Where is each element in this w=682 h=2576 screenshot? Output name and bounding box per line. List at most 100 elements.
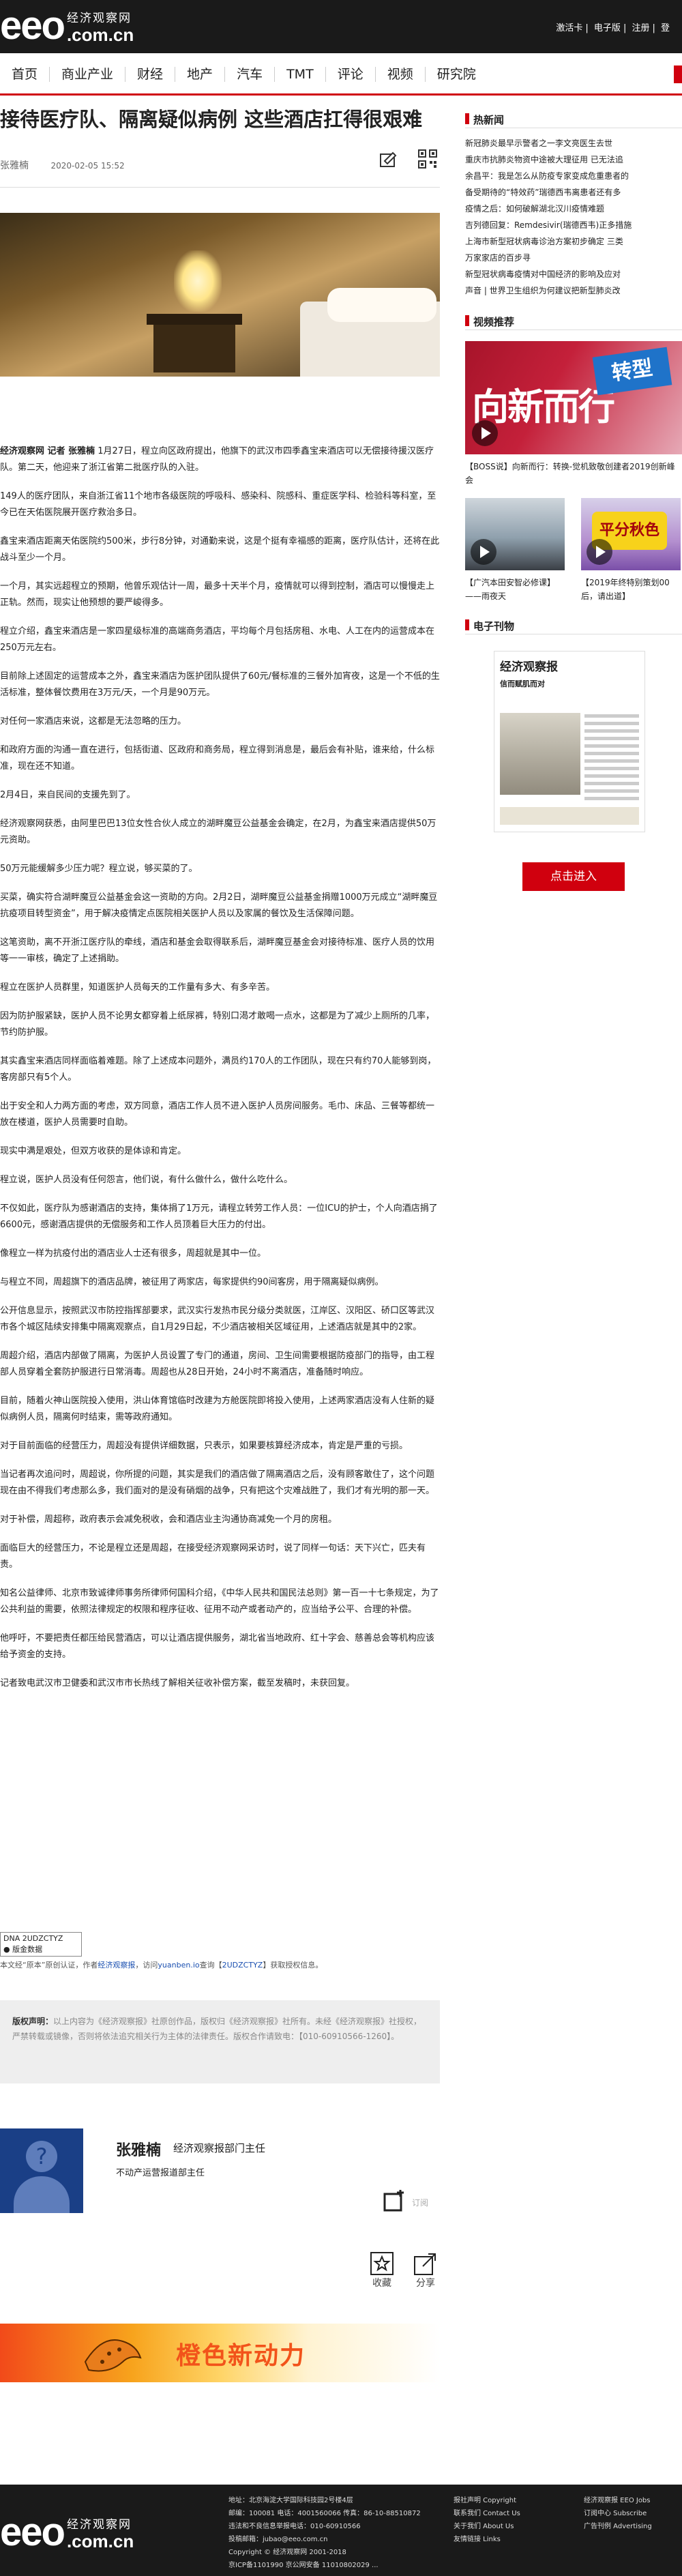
hot-news-item[interactable]: 万家家店的百步寻 bbox=[465, 250, 682, 266]
footer-link[interactable]: 经济观察报 EEO Jobs bbox=[584, 2494, 652, 2507]
footer-link[interactable]: 报社声明 Copyright bbox=[454, 2494, 520, 2507]
nav-search-tab[interactable] bbox=[674, 65, 682, 83]
copyright-label: 版权声明： bbox=[12, 2017, 54, 2026]
collect-label: 收藏 bbox=[372, 2278, 391, 2289]
paragraph-text: 和政府方面的沟通一直在进行，包括街道、区政府和商务局，程立得到消息是，最后会有补… bbox=[0, 745, 435, 772]
nav-item-auto[interactable]: 汽车 bbox=[225, 67, 276, 82]
video-thumb-car[interactable] bbox=[465, 498, 565, 570]
title-divider bbox=[0, 187, 440, 188]
hot-news-item[interactable]: 上海市新型冠状病毒诊治方案初步确定 三类 bbox=[465, 233, 682, 250]
nav-item-realestate[interactable]: 地产 bbox=[175, 67, 226, 82]
share-icon bbox=[414, 2253, 436, 2275]
article-title: 接待医疗队、隔离疑似病例 这些酒店扛得很艰难 bbox=[0, 108, 423, 131]
paragraph-text: 出于安全和人力两方面的考虑，双方同意，酒店工作人员不进入医护人员房间服务。毛巾、… bbox=[0, 1101, 435, 1128]
play-icon[interactable] bbox=[471, 539, 496, 565]
article-paragraph: 一个月，其实远超程立的预期，他曾乐观估计一周，最多十天半个月，疫情就可以得到控制… bbox=[0, 579, 440, 611]
dna-code-link[interactable]: 2UDZCTYZ bbox=[222, 1961, 263, 1970]
paragraph-text: 对任何一家酒店来说，这都是无法忽略的压力。 bbox=[0, 716, 187, 727]
article-paragraph: 像程立一样为抗疫付出的酒店业人士还有很多，周超就是其中一位。 bbox=[0, 1246, 440, 1262]
paragraph-text: 买菜，确实符合湖畔魔豆公益基金会这一资助的方向。2月2日，湖畔魔豆公益基金捐赠1… bbox=[0, 892, 438, 919]
footer-link[interactable]: 关于我们 About Us bbox=[454, 2520, 520, 2533]
hot-news-item[interactable]: 新冠肺炎最早示警者之一李文亮医生去世 bbox=[465, 135, 682, 151]
site-logo[interactable]: eeo 经济观察网 .com.cn bbox=[0, 5, 134, 46]
hot-news-item[interactable]: 重庆市抗肺炎物资中途被大理征用 已无法追 bbox=[465, 151, 682, 168]
article-paragraph: 经济观察网 记者 张雅楠 1月27日，程立向区政府提出，他旗下的武汉市四季鑫宝来… bbox=[0, 443, 440, 476]
article-meta: 张雅楠 2020-02-05 15:52 bbox=[0, 158, 125, 172]
nav-item-business[interactable]: 商业产业 bbox=[50, 67, 126, 82]
e-edition-link[interactable]: 电子版 bbox=[594, 23, 621, 33]
hot-news-item[interactable]: 备受期待的“特效药”瑞德西韦离患者还有多 bbox=[465, 184, 682, 201]
author-name[interactable]: 张雅楠 bbox=[116, 2138, 161, 2160]
article-body: 经济观察网 记者 张雅楠 1月27日，程立向区政府提出，他旗下的武汉市四季鑫宝来… bbox=[0, 443, 440, 1704]
share-button[interactable]: 分享 bbox=[405, 2251, 446, 2292]
paragraph-text: 经济观察网获悉，由阿里巴巴13位女性合伙人成立的湖畔魔豆公益基金会确定，在2月，… bbox=[0, 819, 436, 845]
play-icon[interactable] bbox=[587, 539, 612, 565]
nav-item-finance[interactable]: 财经 bbox=[125, 67, 176, 82]
activate-card-link[interactable]: 激活卡 bbox=[556, 23, 582, 33]
collect-button[interactable]: 收藏 bbox=[361, 2251, 402, 2292]
article-paragraph: 程立介绍，鑫宝来酒店是一家四星级标准的高端商务酒店，平均每个月包括房租、水电、人… bbox=[0, 624, 440, 656]
footer-line: 违法和不良信息举报电话：010-60910566 bbox=[228, 2523, 361, 2530]
article-paragraph: 公开信息显示，按照武汉市防控指挥部要求，武汉实行发热市民分级分类就医，江岸区、汉… bbox=[0, 1303, 440, 1336]
footer-link[interactable]: 联系我们 Contact Us bbox=[454, 2507, 520, 2520]
footer-logo[interactable]: eeo 经济观察网 .com.cn bbox=[0, 2512, 134, 2553]
video-thumb-show[interactable]: 平分秋色 bbox=[581, 498, 681, 570]
subscribe-icon bbox=[383, 2190, 404, 2212]
video-small-list: 【广汽本田安智必修课】——雨夜天 平分秋色 【2019年终特别策划00后，请出道… bbox=[465, 498, 682, 614]
footer-links-2: 经济观察报 EEO Jobs 订阅中心 Subscribe 广告刊例 Adver… bbox=[584, 2494, 652, 2533]
ad-banner[interactable]: 橙色新动力 bbox=[0, 2324, 440, 2382]
dna-code: DNA 2UDZCTYZ bbox=[3, 1934, 63, 1943]
video-caption[interactable]: 【广汽本田安智必修课】——雨夜天 bbox=[465, 576, 565, 603]
epaper-text-lines bbox=[584, 714, 639, 804]
nav-item-comment[interactable]: 评论 bbox=[326, 67, 376, 82]
login-link[interactable]: 登 bbox=[661, 23, 670, 33]
epaper-cover[interactable]: 经济观察报 信而赋肌而对 bbox=[494, 651, 645, 832]
footer-link[interactable]: 订阅中心 Subscribe bbox=[584, 2507, 652, 2520]
share-label: 分享 bbox=[416, 2278, 435, 2289]
article-paragraph: 不仅如此，医疗队为感谢酒店的支持，集体捐了1万元，请程立转劳工作人员：一位ICU… bbox=[0, 1201, 440, 1233]
banner-text: 橙色新动力 bbox=[176, 2342, 306, 2370]
article-author[interactable]: 张雅楠 bbox=[0, 160, 29, 171]
article-paragraph: 程立在医护人员群里，知道医护人员每天的工作量有多大、有多辛苦。 bbox=[0, 980, 440, 996]
nav-item-home[interactable]: 首页 bbox=[0, 67, 50, 82]
epaper-photo bbox=[500, 713, 580, 795]
avatar-head: ? bbox=[26, 2141, 57, 2172]
source-author-link[interactable]: 经济观察报 bbox=[98, 1961, 135, 1970]
paragraph-text: 2月4日，来自民间的支援先到了。 bbox=[0, 790, 136, 800]
epaper-enter-button[interactable]: 点击进入 bbox=[522, 862, 625, 891]
paragraph-text: 知名公益律师、北京市致诚律师事务所律师何国科介绍，《中华人民共和国民法总则》第一… bbox=[0, 1588, 439, 1615]
page-body: 接待医疗队、隔离疑似病例 这些酒店扛得很艰难 张雅楠 2020-02-05 15… bbox=[0, 96, 682, 2485]
article-paragraph: 50万元能缓解多少压力呢？程立说，够买菜的了。 bbox=[0, 861, 440, 877]
hot-news-item[interactable]: 余昌平：我是怎么从防疫专家变成危重患者的 bbox=[465, 168, 682, 184]
footer-link[interactable]: 友情链接 Links bbox=[454, 2533, 520, 2546]
qrcode-icon[interactable] bbox=[417, 149, 438, 169]
play-icon[interactable] bbox=[472, 420, 498, 446]
article-paragraph: 目前除上述固定的运营成本之外，鑫宝来酒店为医护团队提供了60元/餐标准的三餐外加… bbox=[0, 669, 440, 701]
byline: 经济观察网 记者 张雅楠 bbox=[0, 446, 95, 456]
hot-news-item[interactable]: 疫情之后：如何破解湖北汉川疫情难题 bbox=[465, 201, 682, 217]
video-caption[interactable]: 【2019年终特别策划00后，请出道】 bbox=[581, 576, 681, 603]
hot-news-item[interactable]: 新型冠状病毒疫情对中国经济的影响及应对 bbox=[465, 266, 682, 282]
article-paragraph: 2月4日，来自民间的支援先到了。 bbox=[0, 787, 440, 804]
featured-video-caption[interactable]: 【BOSS说】向新而行：转换-觉机致敬创建者2019创新峰会 bbox=[465, 460, 682, 487]
subscribe-button[interactable]: 订阅 bbox=[383, 2190, 438, 2213]
footer-link[interactable]: 广告刊例 Advertising bbox=[584, 2520, 652, 2533]
dna-stamp[interactable]: DNA 2UDZCTYZ ● 版金数据 bbox=[0, 1932, 82, 1957]
nav-item-video[interactable]: 视频 bbox=[376, 67, 426, 82]
hot-news-item[interactable]: 声音 | 世界卫生组织为何建议把新型肺炎改 bbox=[465, 282, 682, 299]
hot-news-list: 新冠肺炎最早示警者之一李文亮医生去世 重庆市抗肺炎物资中途被大理征用 已无法追 … bbox=[465, 135, 682, 299]
paragraph-text: 周超介绍，酒店内部做了隔离，为医护人员设置了专门的通道，房间、卫生间需要根据防疫… bbox=[0, 1351, 435, 1377]
register-link[interactable]: 注册 bbox=[632, 23, 649, 33]
avatar[interactable]: ? bbox=[0, 2128, 83, 2213]
edit-icon[interactable] bbox=[378, 149, 398, 169]
featured-video[interactable]: 向新而行 转型 bbox=[465, 341, 682, 454]
epaper-preview[interactable]: 经济观察报 信而赋肌而对 bbox=[465, 643, 682, 832]
yuanben-link[interactable]: yuanben.io bbox=[158, 1961, 199, 1970]
article-paragraph: 这笔资助，离不开浙江医疗队的牵线，酒店和基金会取得联系后，湖畔魔豆基金会对接待标… bbox=[0, 935, 440, 967]
nav-item-tmt[interactable]: TMT bbox=[275, 67, 326, 82]
footer-logo-subtext: 经济观察网 .com.cn bbox=[67, 2515, 134, 2551]
nav-item-research[interactable]: 研究院 bbox=[426, 67, 488, 82]
paragraph-text: 面临巨大的经营压力，不论是程立还是周超，在接受经济观察网采访时，说了同样一句话：… bbox=[0, 1543, 426, 1570]
section-marker bbox=[465, 619, 469, 630]
hot-news-item[interactable]: 吉列德回复：Remdesivir(瑞德西韦)正多措施 bbox=[465, 217, 682, 233]
